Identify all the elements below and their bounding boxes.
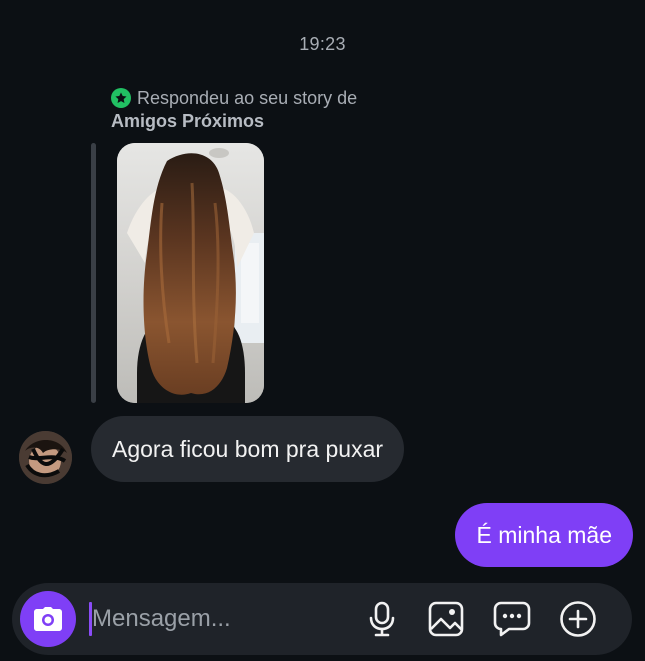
gallery-icon	[428, 601, 464, 637]
close-friends-label: Amigos Próximos	[111, 111, 265, 131]
camera-icon	[34, 607, 62, 631]
story-reply-context: Respondeu ao seu story de Amigos Próximo…	[111, 86, 431, 135]
sticker-chat-button[interactable]	[492, 599, 532, 639]
message-composer	[12, 583, 632, 655]
sender-avatar[interactable]	[19, 431, 72, 484]
message-timestamp: 19:23	[299, 34, 346, 54]
more-options-button[interactable]	[558, 599, 598, 639]
reply-quote-bar	[91, 143, 96, 403]
plus-circle-icon	[560, 601, 596, 637]
story-reply-label: Respondeu ao seu story de	[137, 87, 358, 108]
story-thumbnail[interactable]	[117, 143, 264, 403]
dm-conversation: 19:23 Respondeu ao seu story de Amigos P…	[0, 0, 645, 661]
camera-button[interactable]	[20, 591, 76, 647]
incoming-message-bubble[interactable]: Agora ficou bom pra puxar	[91, 416, 405, 482]
microphone-icon	[369, 601, 395, 637]
sticker-chat-icon	[493, 601, 531, 637]
outgoing-message-text: É minha mãe	[476, 521, 612, 548]
microphone-button[interactable]	[362, 599, 402, 639]
close-friends-star-icon	[111, 88, 131, 108]
gallery-button[interactable]	[426, 599, 466, 639]
incoming-message-text: Agora ficou bom pra puxar	[112, 435, 384, 462]
outgoing-message-bubble[interactable]: É minha mãe	[455, 503, 633, 567]
message-input[interactable]	[92, 597, 352, 641]
